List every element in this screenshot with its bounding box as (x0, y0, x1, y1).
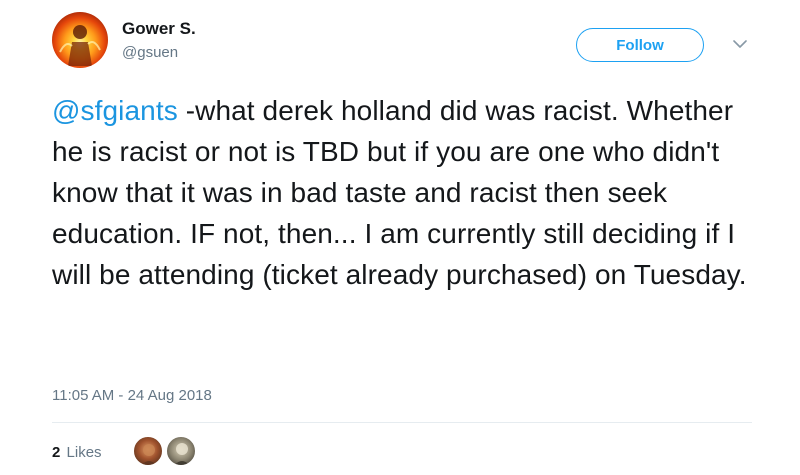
chevron-down-icon[interactable] (732, 36, 748, 52)
follow-button[interactable]: Follow (576, 28, 704, 62)
display-name[interactable]: Gower S. (122, 18, 196, 40)
mention-link[interactable]: @sfgiants (52, 95, 178, 126)
likes-stat[interactable]: 2 Likes (52, 443, 102, 463)
liker-face-icon (174, 443, 190, 465)
divider (52, 422, 752, 423)
likes-label: Likes (66, 444, 102, 461)
user-handle[interactable]: @gsuen (122, 44, 196, 62)
liker-face-icon (141, 444, 157, 465)
tweet-text: @sfgiants -what derek holland did was ra… (52, 90, 772, 295)
liker-avatar[interactable] (133, 436, 163, 466)
tweet-header: Gower S. @gsuen Follow (52, 12, 752, 72)
user-avatar[interactable] (52, 12, 108, 68)
tweet-timestamp[interactable]: 11:05 AM - 24 Aug 2018 (52, 386, 212, 406)
user-names: Gower S. @gsuen (122, 18, 196, 62)
liker-avatar[interactable] (166, 436, 196, 466)
likes-count: 2 (52, 444, 61, 461)
avatar-figure-icon (59, 25, 101, 66)
